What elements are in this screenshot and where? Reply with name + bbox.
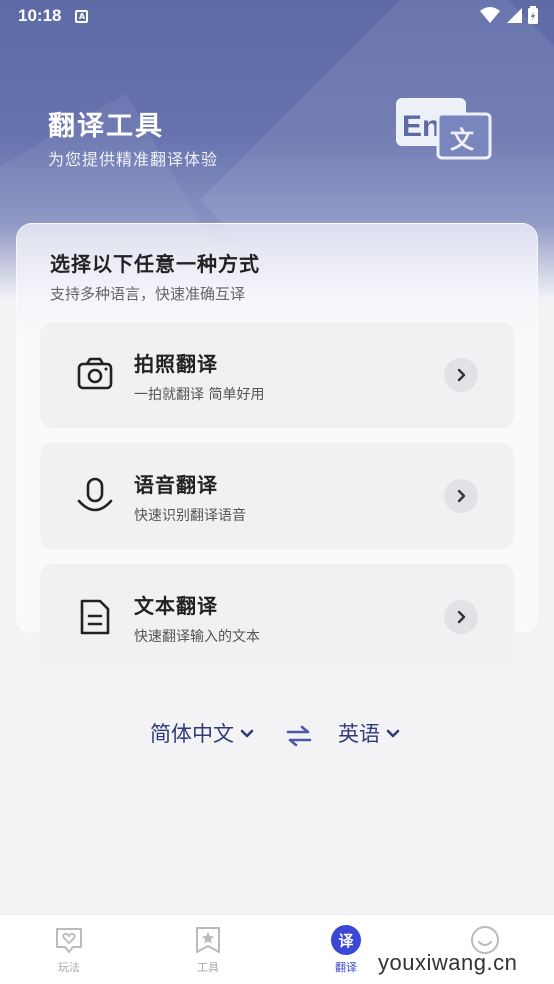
option-desc: 快速翻译输入的文本 <box>134 629 260 645</box>
signal-icon <box>507 8 522 23</box>
target-language-dropdown[interactable]: 英语 <box>338 718 400 748</box>
tab-label: 玩法 <box>58 961 80 974</box>
chevron-down-icon <box>386 729 400 738</box>
notification-icon: A <box>75 9 89 23</box>
tab-translate[interactable]: 译 翻译 <box>316 925 376 975</box>
document-icon <box>80 599 110 635</box>
tab-label: 翻译 <box>335 961 357 974</box>
wifi-icon <box>480 7 500 23</box>
card-subtitle: 支持多种语言，快速准确互译 <box>50 285 246 303</box>
chevron-down-icon <box>240 729 254 738</box>
page-subtitle: 为您提供精准翻译体验 <box>48 150 219 169</box>
chevron-right-icon[interactable] <box>444 600 478 634</box>
camera-icon <box>77 357 113 390</box>
source-language-label: 简体中文 <box>150 722 234 746</box>
option-label: 拍照翻译 <box>134 352 218 376</box>
svg-text:En: En <box>402 110 440 143</box>
card-title: 选择以下任意一种方式 <box>50 252 260 276</box>
tab-label: 工具 <box>197 961 219 974</box>
chevron-right-icon[interactable] <box>444 479 478 513</box>
tab-tools[interactable]: 工具 <box>178 925 238 975</box>
watermark: youxiwang.cn <box>378 950 518 975</box>
chevron-right-icon[interactable] <box>444 358 478 392</box>
target-language-label: 英语 <box>338 722 380 746</box>
option-voice-translate[interactable]: 语音翻译 快速识别翻译语音 <box>40 443 514 549</box>
svg-text:文: 文 <box>450 126 475 154</box>
source-language-dropdown[interactable]: 简体中文 <box>150 718 254 748</box>
translate-logo-icon: En 文 <box>396 98 492 160</box>
option-photo-translate[interactable]: 拍照翻译 一拍就翻译 简单好用 <box>40 322 514 428</box>
battery-icon <box>528 6 538 24</box>
option-desc: 快速识别翻译语音 <box>134 508 246 524</box>
language-selector: 简体中文 英语 <box>0 718 554 754</box>
option-label: 语音翻译 <box>134 473 218 497</box>
microphone-icon <box>77 477 113 512</box>
status-bar: 10:18 A <box>0 0 554 32</box>
page-title: 翻译工具 <box>48 111 164 142</box>
tab-play[interactable]: 玩法 <box>39 925 99 975</box>
translate-badge-icon: 译 <box>331 925 361 955</box>
status-icons <box>480 6 538 24</box>
bookmark-star-icon <box>196 927 220 953</box>
option-text-translate[interactable]: 文本翻译 快速翻译输入的文本 <box>40 564 514 670</box>
option-desc: 一拍就翻译 简单好用 <box>134 387 265 403</box>
heart-chat-icon <box>56 928 82 953</box>
status-time: 10:18 <box>18 6 62 25</box>
option-label: 文本翻译 <box>134 594 218 618</box>
swap-languages-icon[interactable] <box>286 724 312 748</box>
